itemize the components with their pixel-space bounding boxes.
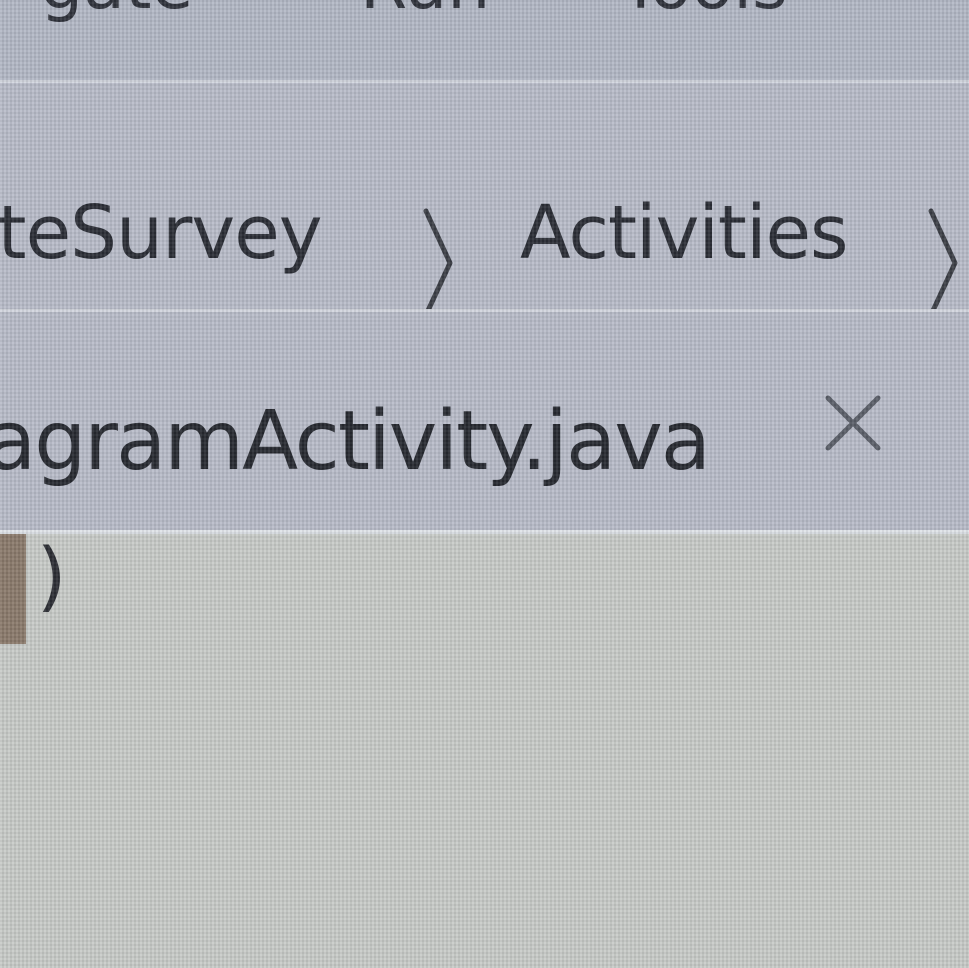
code-token-highlight — [0, 534, 26, 644]
tab-close-button[interactable] — [818, 388, 888, 458]
code-editor[interactable]: ) — [0, 534, 969, 968]
chevron-right-icon — [423, 208, 453, 309]
editor-tab-bar: agramActivity.java — [0, 312, 969, 534]
menu-item-navigate[interactable]: gate — [40, 0, 193, 25]
ide-window: gate Run Tools iteSurvey Activities agra… — [0, 0, 969, 968]
menu-item-run[interactable]: Run — [360, 0, 490, 25]
menu-item-tools[interactable]: Tools — [620, 0, 788, 25]
chevron-right-icon — [928, 208, 958, 309]
menu-bar: gate Run Tools — [0, 0, 969, 83]
code-text: ) — [30, 534, 76, 620]
breadcrumb: iteSurvey Activities — [0, 83, 969, 312]
breadcrumb-item-activities[interactable]: Activities — [520, 196, 849, 270]
breadcrumb-item-project[interactable]: iteSurvey — [0, 196, 323, 270]
tab-file-name[interactable]: agramActivity.java — [0, 401, 711, 483]
close-icon — [825, 395, 881, 451]
